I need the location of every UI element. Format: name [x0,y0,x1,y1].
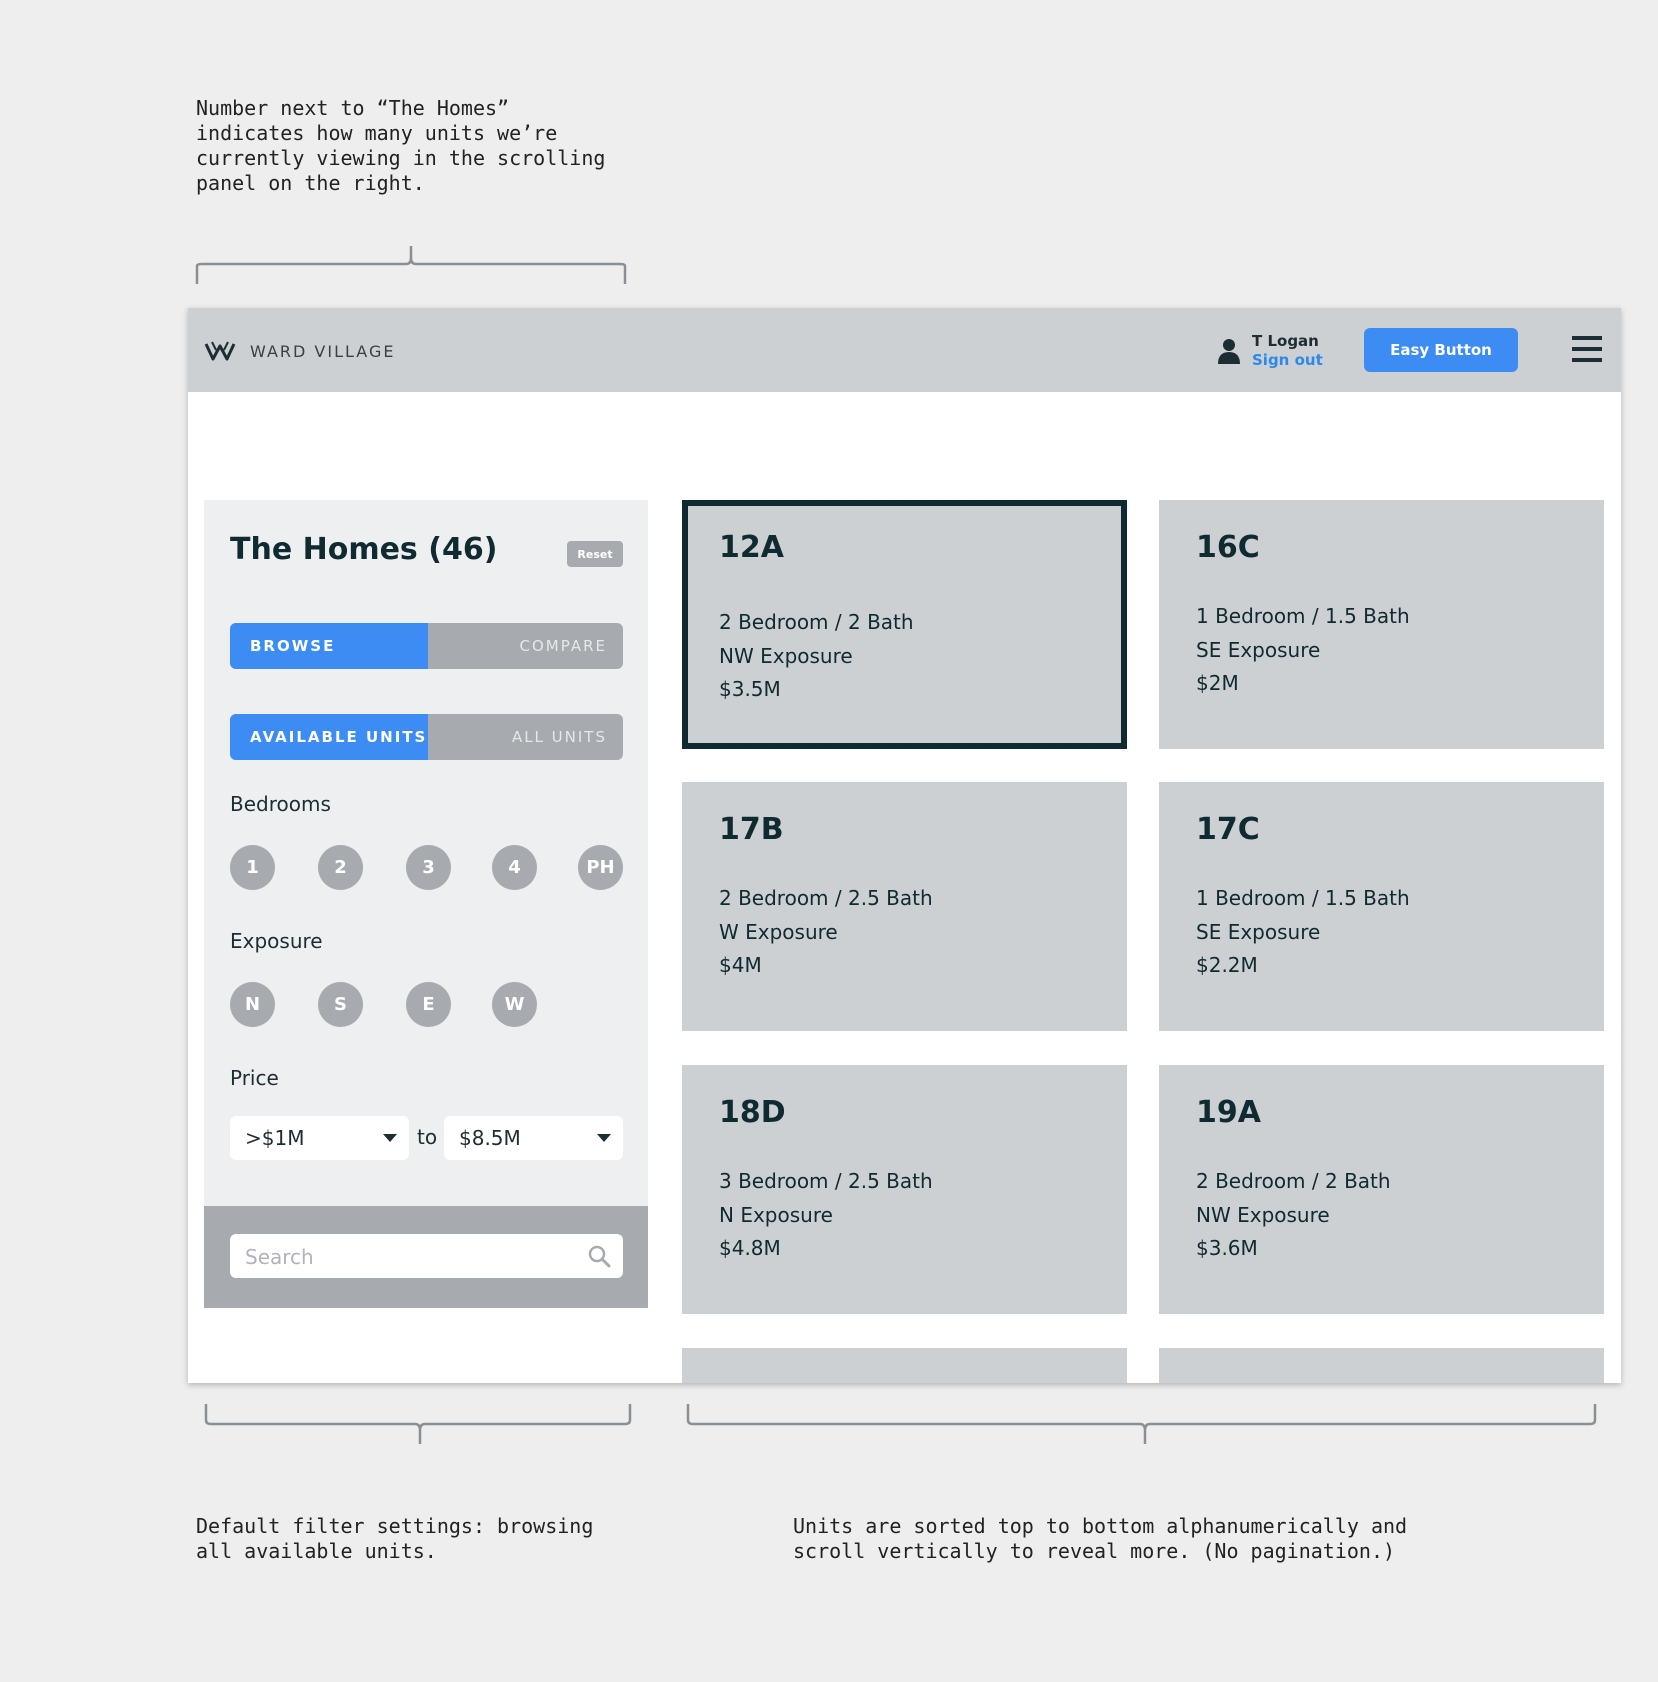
chevron-down-icon [383,1134,397,1142]
annotation-top: Number next to “The Homes” indicates how… [196,96,606,195]
unit-rooms: 2 Bedroom / 2 Bath [719,610,914,634]
bedroom-chip-1[interactable]: 1 [230,845,275,890]
search-input[interactable] [230,1234,587,1280]
exposure-chip-e[interactable]: E [406,982,451,1027]
bedroom-chip-ph[interactable]: PH [578,845,623,890]
price-to-label: to [417,1125,438,1149]
exposure-chip-w[interactable]: W [492,982,537,1027]
annotation-right-brace [686,1404,1597,1444]
unit-rooms: 3 Bedroom / 2.5 Bath [719,1169,933,1193]
unit-number: 19A [1196,1095,1261,1130]
price-label: Price [230,1066,279,1090]
unit-card[interactable]: 17B 2 Bedroom / 2.5 Bath W Exposure $4M [682,782,1127,1031]
unit-number: 17B [719,812,784,847]
unit-exposure: NW Exposure [1196,1203,1330,1227]
logo-text: WARD VILLAGE [250,341,396,361]
unit-rooms: 2 Bedroom / 2 Bath [1196,1169,1391,1193]
all-units-tab[interactable]: ALL UNITS [428,714,623,760]
price-max-value: $8.5M [459,1126,521,1150]
unit-price: $2.2M [1196,953,1258,977]
unit-number: 17C [1196,812,1260,847]
annotation-bottom-left: Default filter settings: browsing all av… [196,1514,594,1563]
user-icon [1218,339,1240,364]
annotation-top-brace [195,246,627,284]
exposure-chip-n[interactable]: N [230,982,275,1027]
logo[interactable]: WARD VILLAGE [204,340,395,362]
unit-price: $3.6M [1196,1236,1258,1260]
unit-card[interactable]: 17C 1 Bedroom / 1.5 Bath SE Exposure $2.… [1159,782,1604,1031]
unit-number: 12A [719,530,784,565]
price-min-value: >$1M [245,1126,305,1150]
compare-tab[interactable]: COMPARE [428,623,623,669]
available-units-tab[interactable]: AVAILABLE UNITS [230,714,428,760]
unit-rooms: 2 Bedroom / 2.5 Bath [719,886,933,910]
unit-exposure: N Exposure [719,1203,833,1227]
unit-card[interactable]: 12A 2 Bedroom / 2 Bath NW Exposure $3.5M [682,500,1127,749]
browse-tab[interactable]: BROWSE [230,623,428,669]
browse-compare-toggle: BROWSE COMPARE [230,623,623,669]
unit-price: $4M [719,953,762,977]
price-max-select[interactable]: $8.5M [444,1116,623,1160]
unit-exposure: SE Exposure [1196,638,1321,662]
unit-price: $2M [1196,671,1239,695]
annotation-bottom-right: Units are sorted top to bottom alphanume… [793,1514,1408,1563]
annotation-left-brace [204,1404,632,1444]
unit-exposure: W Exposure [719,920,838,944]
user-menu: T Logan Sign out [1218,332,1323,370]
unit-number: 16C [1196,530,1260,565]
top-navigation-bar: WARD VILLAGE T Logan Sign out Easy Butto… [188,308,1621,392]
search-box [230,1234,623,1280]
hamburger-menu-icon[interactable] [1572,336,1604,364]
unit-number: 18D [719,1095,786,1130]
units-toggle: AVAILABLE UNITS ALL UNITS [230,714,623,760]
search-band [204,1206,648,1308]
unit-exposure: NW Exposure [719,644,853,668]
unit-card-partial[interactable] [1159,1348,1604,1383]
easy-button[interactable]: Easy Button [1364,328,1518,372]
price-min-select[interactable]: >$1M [230,1116,409,1160]
unit-card[interactable]: 18D 3 Bedroom / 2.5 Bath N Exposure $4.8… [682,1065,1127,1314]
filter-sidebar: The Homes (46) Reset BROWSE COMPARE AVAI… [204,500,648,1308]
unit-card-partial[interactable] [682,1348,1127,1383]
ward-village-logo-icon [204,341,236,361]
unit-rooms: 1 Bedroom / 1.5 Bath [1196,604,1410,628]
reset-button[interactable]: Reset [567,541,623,567]
unit-exposure: SE Exposure [1196,920,1321,944]
app-window: WARD VILLAGE T Logan Sign out Easy Butto… [188,308,1621,1383]
sign-out-link[interactable]: Sign out [1252,351,1323,370]
page-title: The Homes (46) [230,532,498,567]
exposure-chip-s[interactable]: S [318,982,363,1027]
unit-rooms: 1 Bedroom / 1.5 Bath [1196,886,1410,910]
bedroom-chip-4[interactable]: 4 [492,845,537,890]
unit-card[interactable]: 19A 2 Bedroom / 2 Bath NW Exposure $3.6M [1159,1065,1604,1314]
bedrooms-label: Bedrooms [230,792,331,816]
bedroom-chip-3[interactable]: 3 [406,845,451,890]
unit-price: $4.8M [719,1236,781,1260]
exposure-label: Exposure [230,929,323,953]
chevron-down-icon [597,1134,611,1142]
unit-price: $3.5M [719,677,781,701]
search-icon[interactable] [587,1244,611,1268]
unit-card[interactable]: 16C 1 Bedroom / 1.5 Bath SE Exposure $2M [1159,500,1604,749]
bedroom-chip-2[interactable]: 2 [318,845,363,890]
user-name: T Logan [1252,332,1319,350]
